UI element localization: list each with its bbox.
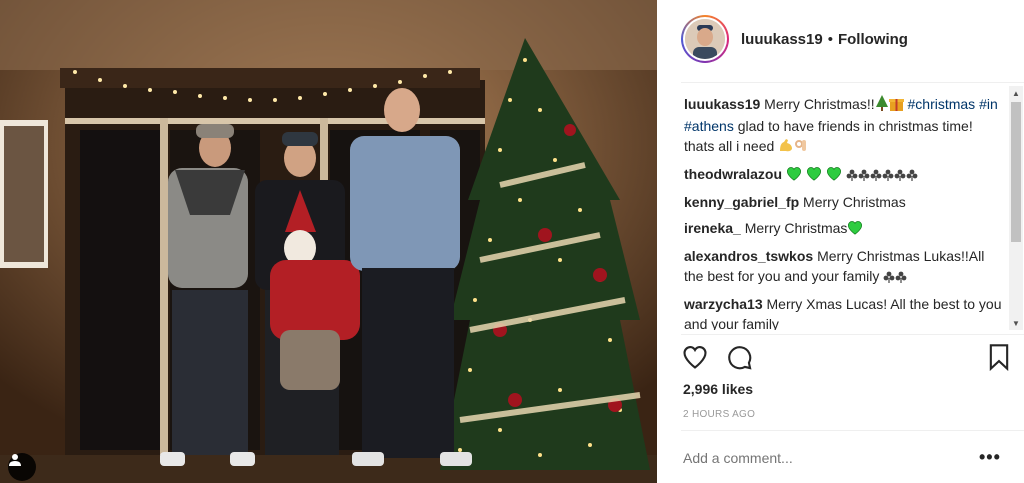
- add-comment-input[interactable]: [683, 450, 943, 466]
- header-username[interactable]: luuukass19: [741, 31, 823, 48]
- comment-item: warzycha13 Merry Xmas Lucas! All the bes…: [684, 294, 1006, 330]
- tag-user-button[interactable]: [8, 453, 36, 481]
- comments-list[interactable]: luuukass19 Merry Christmas!! #christmas …: [684, 94, 1006, 330]
- green-heart-icon: [847, 220, 863, 240]
- comment-username[interactable]: warzycha13: [684, 296, 763, 312]
- green-heart-icon: [786, 166, 802, 186]
- shamrock-icon: [858, 166, 870, 186]
- shamrock-icon: [883, 268, 895, 288]
- comment-icon[interactable]: [725, 343, 753, 376]
- green-heart-icon: [806, 166, 822, 186]
- more-options-icon[interactable]: •••: [979, 448, 1001, 466]
- christmas-tree-icon: [875, 95, 889, 116]
- comment-username[interactable]: ireneka_: [684, 220, 741, 236]
- comment-item: alexandros_tswkos Merry Christmas Lukas!…: [684, 246, 1006, 288]
- comment-username[interactable]: alexandros_tswkos: [684, 248, 813, 264]
- shamrock-icon: [882, 166, 894, 186]
- comment-username[interactable]: kenny_gabriel_fp: [684, 194, 799, 210]
- comment-item: theodwralazou: [684, 164, 1006, 186]
- scroll-up-icon[interactable]: ▲: [1009, 86, 1023, 100]
- photo-scene: [0, 0, 657, 483]
- scroll-down-icon[interactable]: ▼: [1009, 316, 1023, 330]
- bookmark-icon[interactable]: [987, 343, 1011, 376]
- shamrock-icon: [894, 166, 906, 186]
- hashtag-link[interactable]: #christmas: [908, 96, 976, 112]
- divider: [681, 334, 1024, 335]
- hashtag-link[interactable]: #athens: [684, 118, 734, 134]
- shamrock-icon: [906, 166, 918, 186]
- flexed-biceps-icon: [778, 137, 794, 158]
- comment-text: Merry Christmas!!: [764, 96, 875, 112]
- comment-item: kenny_gabriel_fp Merry Christmas: [684, 192, 1006, 212]
- heart-icon[interactable]: [681, 343, 709, 376]
- scrollbar-thumb[interactable]: [1011, 102, 1021, 242]
- divider: [681, 430, 1024, 431]
- action-bar: [681, 343, 1011, 373]
- avatar[interactable]: [681, 15, 729, 63]
- profile-photo: [685, 19, 725, 59]
- comments-scrollbar[interactable]: ▲ ▼: [1009, 86, 1023, 330]
- likes-count[interactable]: 2,996 likes: [683, 381, 753, 397]
- post-side-panel: luuukass19 • Following luuukass19 Merry …: [657, 0, 1024, 483]
- hashtag-link[interactable]: #in: [979, 96, 998, 112]
- comment-text: Merry Christmas: [744, 220, 848, 236]
- comment-item: luuukass19 Merry Christmas!! #christmas …: [684, 94, 1006, 158]
- user-tag-icon: [9, 454, 21, 466]
- green-heart-icon: [826, 166, 842, 186]
- following-button[interactable]: Following: [838, 31, 908, 48]
- gift-icon: [888, 96, 904, 116]
- post-photo[interactable]: [0, 0, 657, 483]
- shamrock-icon: [895, 268, 907, 288]
- ok-hand-icon: [794, 137, 808, 158]
- header-separator: •: [827, 30, 833, 48]
- post-header: luuukass19 • Following: [657, 0, 1024, 78]
- comment-username[interactable]: theodwralazou: [684, 166, 782, 182]
- comment-text: Merry Christmas: [803, 194, 906, 210]
- shamrock-icon: [870, 166, 882, 186]
- post-timestamp[interactable]: 2 HOURS AGO: [683, 409, 755, 420]
- comment-username[interactable]: luuukass19: [684, 96, 760, 112]
- shamrock-icon: [846, 166, 858, 186]
- comment-item: ireneka_ Merry Christmas: [684, 218, 1006, 240]
- divider: [681, 82, 1024, 83]
